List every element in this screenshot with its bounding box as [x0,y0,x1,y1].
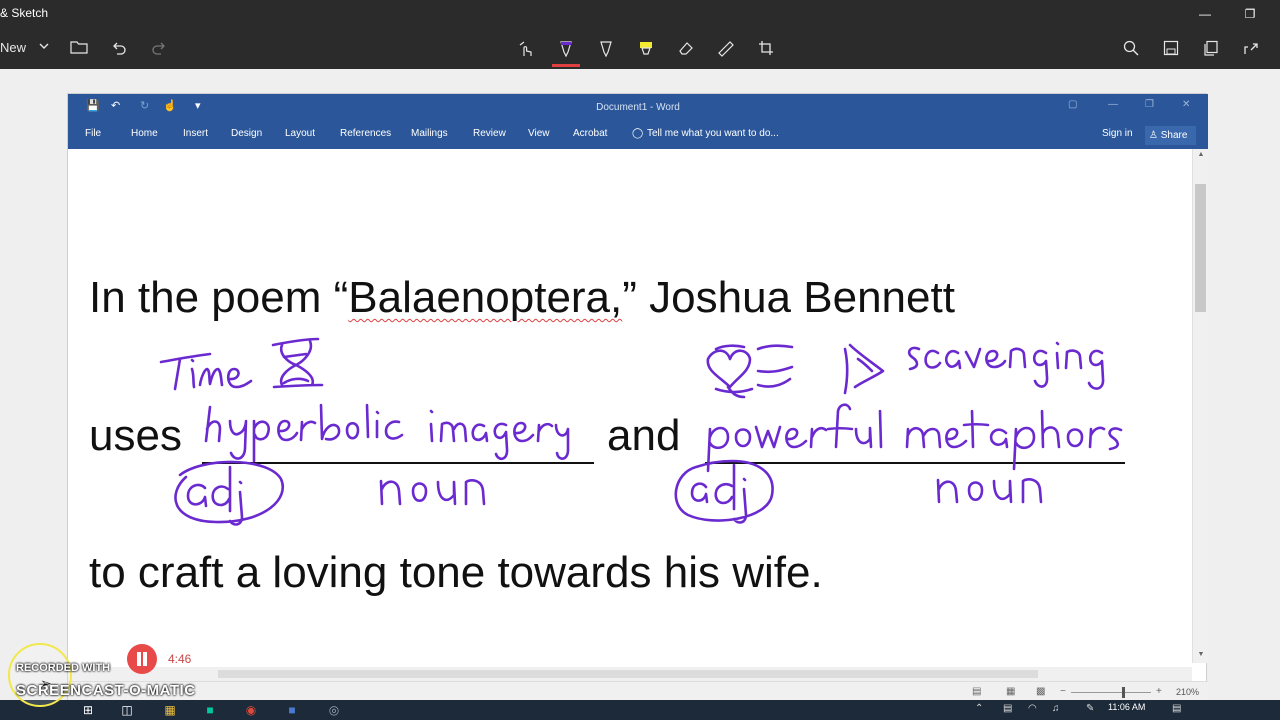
share-button[interactable]: ♙ Share [1145,126,1196,145]
web-layout-icon[interactable]: ▩ [1036,686,1045,697]
horizontal-scrollbar[interactable] [68,667,1192,681]
recording-pause-button[interactable] [127,644,157,674]
ballpoint-pen-icon[interactable] [555,36,577,60]
heart-doodle [706,344,794,399]
ink-scavenging [907,341,1105,390]
zoom-out-icon[interactable]: − [1060,686,1066,697]
tab-insert[interactable]: Insert [183,128,208,139]
zoom-slider[interactable] [1071,692,1151,693]
mouse-cursor-icon: ➢ [40,675,52,691]
tab-design[interactable]: Design [231,128,262,139]
scroll-down-icon[interactable]: ▼ [1193,649,1209,661]
redo-icon[interactable] [148,36,170,60]
zoom-level[interactable]: 210% [1176,687,1199,697]
pencil-icon[interactable] [595,36,617,60]
windows-taskbar: ⊞ ◫ ▦ ■ ◉ ■ ◎ ⌃ ▤ ◠ ♫ ✎ 11:06 AM ▤ [0,700,1280,720]
save-icon[interactable] [1160,36,1182,60]
arrow-doodle [843,343,885,395]
tab-file[interactable]: File [85,128,101,139]
open-folder-icon[interactable] [68,36,90,60]
word-window-title: Document1 - Word [596,102,680,113]
taskbar-clock[interactable]: 11:06 AM [1108,702,1145,712]
ink-adj-1 [174,460,284,526]
word-window: 💾 ↶ ↻ ☝ ▾ Document1 - Word ▢ — ❐ ✕ File … [67,93,1208,702]
active-tool-indicator [552,64,580,67]
ink-noun-2 [936,478,1043,504]
wifi-icon[interactable]: ◠ [1028,703,1037,714]
ink-imagery [429,409,570,460]
tab-references[interactable]: References [340,128,391,139]
new-dropdown-chevron-icon[interactable] [36,36,52,60]
app-title: & Sketch [0,6,49,20]
task-view-icon[interactable]: ◫ [119,702,135,718]
ink-layer [159,337,1123,526]
pen-tray-icon[interactable]: ✎ [1086,703,1094,714]
network-icon[interactable]: ▤ [1003,703,1012,714]
sign-in-link[interactable]: Sign in [1102,128,1133,139]
volume-icon[interactable]: ♫ [1052,703,1060,714]
tell-me-box[interactable]: Tell me what you want to do... [647,128,779,139]
undo-icon[interactable] [108,36,130,60]
file-explorer-icon[interactable]: ▦ [162,702,178,718]
windows-start-icon[interactable]: ⊞ [80,702,96,718]
ink-metaphors [905,409,1123,471]
new-button[interactable]: New [0,36,26,60]
copy-icon[interactable] [1200,36,1222,60]
tray-chevron-icon[interactable]: ⌃ [975,703,983,714]
sketch-toolbar: New [0,28,1280,69]
recording-timer: 4:46 [168,652,192,666]
zoom-slider-knob[interactable] [1122,687,1125,698]
ink-time [159,352,253,391]
print-layout-icon[interactable]: ▦ [1006,686,1015,697]
eraser-icon[interactable] [675,36,697,60]
ink-noun-1 [379,479,486,506]
minimize-button[interactable]: — [1193,4,1217,24]
crop-icon[interactable] [755,36,777,60]
tab-mailings[interactable]: Mailings [411,128,448,139]
word-title-bar: 💾 ↶ ↻ ☝ ▾ Document1 - Word ▢ — ❐ ✕ [68,94,1208,122]
lightbulb-icon: ◯ [632,128,644,139]
restore-button[interactable]: ❐ [1238,4,1262,24]
document-page[interactable]: In the poem “Balaenoptera,” Joshua Benne… [68,149,1192,663]
word-status-bar: ▤ ▦ ▩ − + 210% [68,681,1208,702]
ink-hyperbolic [204,403,404,463]
tab-view[interactable]: View [528,128,550,139]
word-restore-button[interactable]: ❐ [1145,99,1154,110]
vertical-scrollbar[interactable]: ▲ ▼ [1192,149,1208,663]
scroll-up-icon[interactable]: ▲ [1193,149,1209,161]
tab-acrobat[interactable]: Acrobat [573,128,607,139]
highlighter-icon[interactable] [635,36,657,60]
ink-adj-2 [674,459,774,524]
tab-layout[interactable]: Layout [285,128,315,139]
zoom-icon[interactable] [1120,36,1142,60]
screencast-taskbar-icon[interactable]: ◎ [326,702,342,718]
ribbon-display-icon[interactable]: ▢ [1068,99,1077,110]
horizontal-scroll-thumb[interactable] [218,670,1038,678]
recorded-with-label: RECORDED WITH [16,662,111,674]
word-minimize-button[interactable]: — [1108,99,1118,110]
word-ribbon-tabs: File Home Insert Design Layout Reference… [68,122,1208,149]
word-close-button[interactable]: ✕ [1182,99,1190,110]
chrome-icon[interactable]: ◉ [243,702,259,718]
audition-icon[interactable]: ■ [202,702,218,718]
ruler-icon[interactable] [715,36,737,60]
word-taskbar-icon[interactable]: ■ [284,702,300,718]
tab-home[interactable]: Home [131,128,158,139]
share-label: Share [1160,130,1188,141]
tab-review[interactable]: Review [473,128,506,139]
vertical-scroll-thumb[interactable] [1195,184,1206,312]
touch-writing-icon[interactable] [515,36,537,60]
share-icon[interactable] [1240,36,1262,60]
zoom-in-icon[interactable]: + [1156,686,1162,697]
person-icon: ♙ [1149,130,1161,141]
hourglass-doodle [271,337,324,389]
action-center-icon[interactable]: ▤ [1172,703,1181,714]
sketch-title-bar: & Sketch — ❐ [0,0,1280,28]
read-mode-icon[interactable]: ▤ [972,686,981,697]
